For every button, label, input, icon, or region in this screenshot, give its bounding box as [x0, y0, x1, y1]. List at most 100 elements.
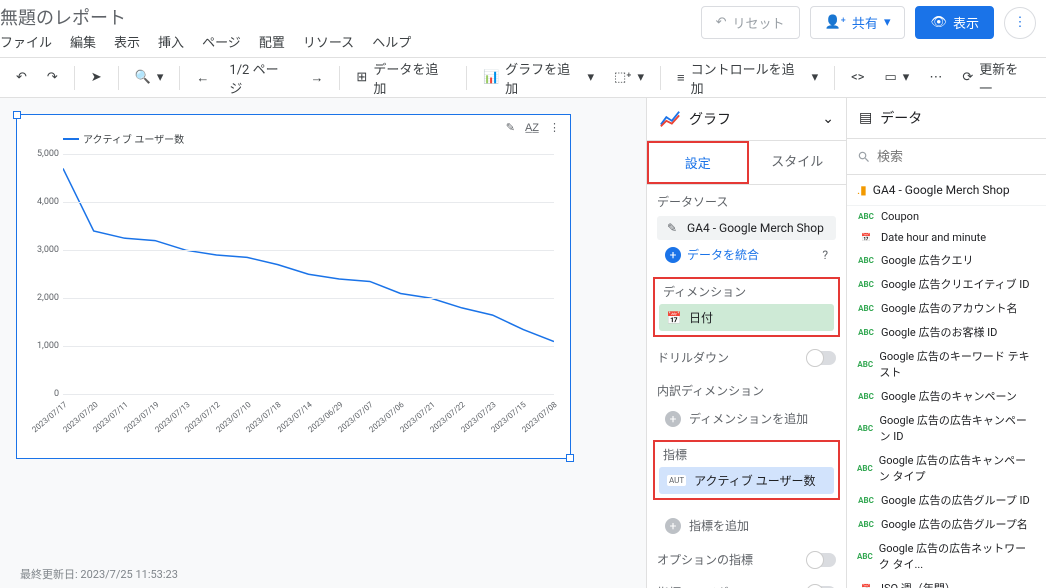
share-button[interactable]: 👤⁺ 共有 ▾ [810, 6, 906, 39]
field-row[interactable]: ABCGoogle 広告の広告ネットワーク タイ... [847, 536, 1046, 576]
zoom-tool[interactable]: 🔍 ▾ [127, 64, 172, 91]
y-tick: 2,000 [37, 293, 59, 303]
add-metric-button[interactable]: + 指標を追加 [657, 512, 836, 539]
abc-type-icon: ABC [857, 520, 875, 529]
field-label: Google 広告の広告グループ名 [881, 516, 1028, 532]
add-dimension-button[interactable]: + ディメンションを追加 [657, 405, 836, 432]
menu-help[interactable]: ヘルプ [372, 32, 411, 51]
image-button[interactable]: ▭ ▾ [876, 64, 917, 91]
next-page-button[interactable]: → [302, 64, 331, 92]
eye-icon: 👁 [930, 15, 947, 30]
abc-type-icon: ABC [857, 256, 875, 265]
chart-type-selector[interactable]: グラフ ⌄ [647, 98, 846, 141]
menu-page[interactable]: ページ [202, 32, 241, 51]
undo-icon: ↶ [16, 70, 27, 85]
abc-type-icon: ABC [857, 360, 873, 369]
canvas[interactable]: ✎ A̲Z̲ ⋮ アクティブ ユーザー数 01,0002,0003,0004,0… [0, 98, 646, 588]
add-icon: + [665, 518, 681, 534]
refresh-icon: ⟳ [962, 70, 973, 85]
abc-type-icon: ABC [857, 424, 873, 433]
report-title[interactable]: 無題のレポート [0, 0, 411, 32]
metric-chip[interactable]: AUT アクティブ ユーザー数 [659, 467, 834, 494]
add-chart-button[interactable]: 📊 グラフを追加 ▾ [475, 53, 602, 103]
field-row[interactable]: ABCGoogle 広告の広告キャンペーン タイプ [847, 448, 1046, 488]
field-row[interactable]: ABCGoogle 広告の広告グループ ID [847, 488, 1046, 512]
reset-button[interactable]: ↶ リセット [701, 6, 800, 39]
field-label: Google 広告の広告キャンペーン タイプ [879, 452, 1036, 484]
more-tools-button[interactable]: ⋯ [921, 64, 950, 91]
chart-sort-icon[interactable]: A̲Z̲ [525, 121, 539, 134]
help-icon[interactable]: ? [822, 248, 828, 262]
metric-highlight: 指標 AUT アクティブ ユーザー数 [653, 440, 840, 500]
add-icon: + [665, 247, 681, 263]
page-indicator[interactable]: 1/2 ページ [221, 53, 298, 103]
y-tick: 5,000 [37, 149, 59, 159]
abc-type-icon: ABC [857, 392, 875, 401]
field-label: Google 広告クエリ [881, 252, 973, 268]
field-label: Google 広告のキャンペーン [881, 388, 1017, 404]
field-row[interactable]: ABCCoupon [847, 206, 1046, 227]
calendar-type-icon: 📅 [857, 233, 875, 242]
add-icon: + [665, 411, 681, 427]
view-button[interactable]: 👁 表示 [915, 6, 994, 39]
field-row[interactable]: ABC Google 広告クエリ [847, 248, 1046, 272]
y-tick: 0 [54, 389, 59, 399]
field-row[interactable]: ABCGoogle 広告のキーワード テキスト [847, 344, 1046, 384]
datasource-chip[interactable]: ✎ GA4 - Google Merch Shop [657, 216, 836, 240]
y-tick: 3,000 [37, 245, 59, 255]
drilldown-toggle[interactable] [808, 351, 836, 365]
y-tick: 4,000 [37, 197, 59, 207]
line-chart[interactable]: ✎ A̲Z̲ ⋮ アクティブ ユーザー数 01,0002,0003,0004,0… [16, 114, 571, 459]
datasource-row[interactable]: .▮ GA4 - Google Merch Shop [847, 175, 1046, 206]
field-row[interactable]: 📅Date hour and minute [847, 227, 1046, 248]
menu-edit[interactable]: 編集 [70, 32, 96, 51]
zoom-icon: 🔍 [135, 70, 151, 85]
add-data-button[interactable]: ⊞ データを追加 [348, 53, 458, 103]
add-control-button[interactable]: ≡ コントロールを追加 ▾ [669, 53, 826, 103]
calendar-type-icon: 📅 [857, 584, 875, 588]
menubar: ファイル 編集 表示 挿入 ページ 配置 リソース ヘルプ [0, 32, 411, 51]
data-add-icon: ⊞ [356, 70, 367, 85]
embed-button[interactable]: <> [843, 64, 872, 91]
cursor-icon: ➤ [91, 70, 102, 85]
menu-insert[interactable]: 挿入 [158, 32, 184, 51]
calendar-icon: 📅 [667, 311, 681, 325]
menu-arrange[interactable]: 配置 [259, 32, 285, 51]
field-search-input[interactable] [855, 145, 1038, 168]
more-options-button[interactable]: ⋮ [1004, 7, 1036, 39]
tab-settings[interactable]: 設定 [647, 141, 749, 184]
abc-type-icon: ABC [857, 280, 875, 289]
field-label: Google 広告の広告キャンペーン ID [879, 412, 1036, 444]
field-row[interactable]: ABCGoogle 広告クリエイティブ ID [847, 272, 1046, 296]
chart-edit-icon[interactable]: ✎ [506, 121, 515, 134]
more-vert-icon: ⋮ [1014, 15, 1027, 30]
chevron-down-icon: ⌄ [822, 111, 834, 127]
menu-file[interactable]: ファイル [0, 32, 52, 51]
menu-view[interactable]: 表示 [114, 32, 140, 51]
optional-metric-toggle[interactable] [808, 553, 836, 567]
field-row[interactable]: ABC Google 広告の広告グループ名 [847, 512, 1046, 536]
redo-button[interactable]: ↷ [39, 64, 66, 91]
prev-page-button[interactable]: ← [188, 64, 217, 92]
menu-resource[interactable]: リソース [303, 32, 354, 51]
dimension-chip[interactable]: 📅 日付 [659, 304, 834, 331]
chart-more-icon[interactable]: ⋮ [549, 121, 560, 134]
line-chart-icon [659, 108, 681, 130]
chart-legend: アクティブ ユーザー数 [33, 123, 554, 150]
selection-tool[interactable]: ➤ [83, 64, 110, 91]
chart-plot-area: 01,0002,0003,0004,0005,000 2023/07/17202… [63, 154, 554, 394]
tab-style[interactable]: スタイル [749, 141, 847, 184]
blend-data-button[interactable]: + データを統合 ? [657, 240, 836, 269]
field-row[interactable]: ABCGoogle 広告のお客様 ID [847, 320, 1046, 344]
field-row[interactable]: ABC Google 広告のキャンペーン [847, 384, 1046, 408]
person-add-icon: 👤⁺ [825, 15, 846, 30]
community-viz-button[interactable]: ⬚⁺ ▾ [606, 64, 652, 91]
field-row[interactable]: ABCGoogle 広告のアカウント名 [847, 296, 1046, 320]
undo-button[interactable]: ↶ [8, 64, 35, 91]
field-label: Coupon [881, 210, 919, 223]
data-panel-title: データ [880, 108, 922, 128]
field-label: Google 広告のお客様 ID [881, 324, 997, 340]
drilldown-toggle-row: ドリルダウン [647, 341, 846, 374]
field-row[interactable]: ABC Google 広告の広告キャンペーン ID [847, 408, 1046, 448]
refresh-button[interactable]: ⟳ 更新を一 [954, 53, 1038, 103]
